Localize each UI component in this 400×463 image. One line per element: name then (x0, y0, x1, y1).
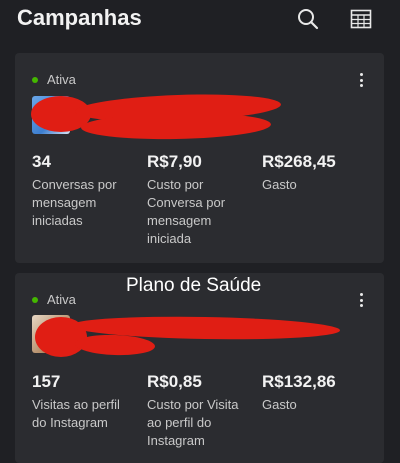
more-options-icon[interactable] (354, 291, 368, 309)
metric-label: Conversas por mensagem iniciadas (32, 177, 117, 228)
metric-cost-per-result: R$0,85 Custo por Visita ao perfil do Ins… (147, 372, 262, 450)
status-dot (32, 76, 38, 83)
app-header: Campanhas (0, 0, 400, 46)
metric-label: Custo por Conversa por mensagem iniciada (147, 177, 226, 246)
table-view-icon[interactable] (347, 5, 375, 33)
status-badge: Ativa (32, 72, 76, 87)
page-title: Campanhas (17, 5, 142, 30)
metric-results: 34 Conversas por mensagem iniciadas (32, 152, 147, 248)
metric-value: R$268,45 (262, 152, 336, 171)
status-label: Ativa (47, 72, 76, 87)
status-label: Ativa (47, 292, 76, 307)
overlay-caption: Plano de Saúde (126, 275, 262, 296)
more-options-icon[interactable] (354, 71, 368, 89)
status-dot (32, 296, 38, 303)
campaign-card[interactable]: Ativa 157 Visitas ao perfil do Instagram… (15, 273, 384, 463)
status-badge: Ativa (32, 292, 76, 307)
metric-results: 157 Visitas ao perfil do Instagram (32, 372, 147, 450)
metric-label: Custo por Visita ao perfil do Instagram (147, 397, 239, 448)
metric-spent: R$132,86 Gasto (262, 372, 377, 450)
campaign-card[interactable]: Ativa 34 Conversas por mensagem iniciada… (15, 53, 384, 263)
metric-value: 157 (32, 372, 61, 391)
metric-label: Visitas ao perfil do Instagram (32, 397, 120, 430)
search-icon[interactable] (294, 5, 322, 33)
metric-label: Gasto (262, 397, 297, 412)
metric-value: R$132,86 (262, 372, 336, 391)
metric-label: Gasto (262, 177, 297, 192)
metric-cost-per-result: R$7,90 Custo por Conversa por mensagem i… (147, 152, 262, 248)
metric-value: R$0,85 (147, 372, 202, 391)
metric-spent: R$268,45 Gasto (262, 152, 377, 248)
metrics-row: 34 Conversas por mensagem iniciadas R$7,… (32, 152, 377, 248)
metric-value: R$7,90 (147, 152, 202, 171)
metrics-row: 157 Visitas ao perfil do Instagram R$0,8… (32, 372, 377, 450)
metric-value: 34 (32, 152, 51, 171)
